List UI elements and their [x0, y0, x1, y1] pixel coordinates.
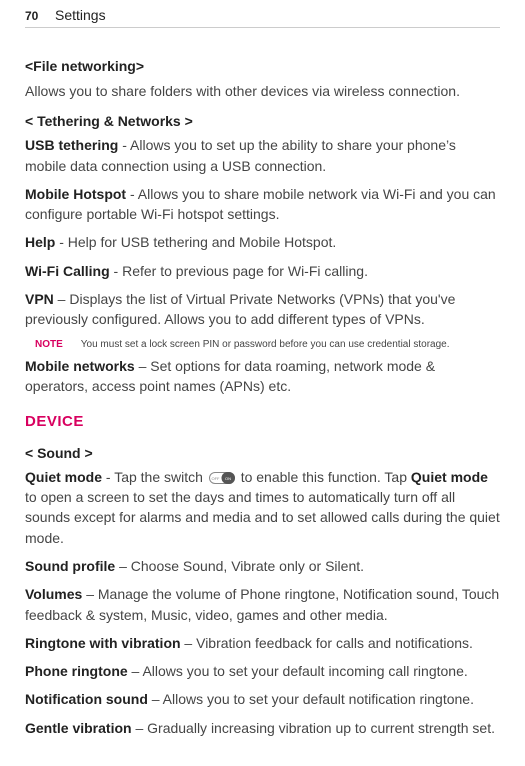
mobile-networks-label: Mobile networks	[25, 358, 135, 374]
page-container: 70 Settings <File networking> Allows you…	[0, 0, 525, 766]
usb-tethering-label: USB tethering	[25, 137, 118, 153]
device-heading: DEVICE	[25, 411, 500, 433]
page-header: 70 Settings	[25, 0, 500, 28]
sound-heading: < Sound >	[25, 443, 500, 463]
vpn-body: – Displays the list of Virtual Private N…	[25, 291, 455, 327]
svg-text:ON: ON	[225, 476, 231, 481]
gentle-vibration-body: – Gradually increasing vibration up to c…	[132, 720, 495, 736]
quiet-mode-label: Quiet mode	[25, 469, 102, 485]
wifi-calling-label: Wi-Fi Calling	[25, 263, 110, 279]
phone-ringtone-label: Phone ringtone	[25, 663, 128, 679]
ringtone-vibration-label: Ringtone with vibration	[25, 635, 181, 651]
phone-ringtone-body: – Allows you to set your default incomin…	[128, 663, 468, 679]
file-networking-body: Allows you to share folders with other d…	[25, 81, 500, 101]
help-paragraph: Help - Help for USB tethering and Mobile…	[25, 232, 500, 252]
quiet-mode-body-mid: to enable this function. Tap	[237, 469, 411, 485]
volumes-paragraph: Volumes – Manage the volume of Phone rin…	[25, 584, 500, 625]
volumes-label: Volumes	[25, 586, 82, 602]
toggle-switch-icon: OFF ON	[209, 472, 235, 484]
vpn-label: VPN	[25, 291, 54, 307]
sound-profile-body: – Choose Sound, Vibrate only or Silent.	[115, 558, 364, 574]
svg-text:OFF: OFF	[211, 476, 220, 481]
notification-sound-paragraph: Notification sound – Allows you to set y…	[25, 689, 500, 709]
vpn-note: NOTE You must set a lock screen PIN or p…	[35, 338, 500, 353]
vpn-paragraph: VPN – Displays the list of Virtual Priva…	[25, 289, 500, 330]
quiet-mode-body-pre: - Tap the switch	[102, 469, 207, 485]
gentle-vibration-paragraph: Gentle vibration – Gradually increasing …	[25, 718, 500, 738]
header-title: Settings	[55, 5, 106, 25]
mobile-hotspot-label: Mobile Hotspot	[25, 186, 126, 202]
page-number: 70	[25, 8, 43, 25]
sound-profile-paragraph: Sound profile – Choose Sound, Vibrate on…	[25, 556, 500, 576]
mobile-networks-paragraph: Mobile networks – Set options for data r…	[25, 356, 500, 397]
mobile-hotspot-paragraph: Mobile Hotspot - Allows you to share mob…	[25, 184, 500, 225]
note-label: NOTE	[35, 338, 63, 353]
ringtone-vibration-paragraph: Ringtone with vibration – Vibration feed…	[25, 633, 500, 653]
help-label: Help	[25, 234, 55, 250]
note-text: You must set a lock screen PIN or passwo…	[81, 338, 450, 353]
quiet-mode-body-post: to open a screen to set the days and tim…	[25, 489, 500, 546]
ringtone-vibration-body: – Vibration feedback for calls and notif…	[181, 635, 473, 651]
notification-sound-body: – Allows you to set your default notific…	[148, 691, 474, 707]
quiet-mode-paragraph: Quiet mode - Tap the switch OFF ON to ena…	[25, 467, 500, 548]
wifi-calling-paragraph: Wi-Fi Calling - Refer to previous page f…	[25, 261, 500, 281]
wifi-calling-body: - Refer to previous page for Wi-Fi calli…	[110, 263, 368, 279]
gentle-vibration-label: Gentle vibration	[25, 720, 132, 736]
sound-profile-label: Sound profile	[25, 558, 115, 574]
tethering-heading: < Tethering & Networks >	[25, 111, 500, 131]
quiet-mode-label-2: Quiet mode	[411, 469, 488, 485]
help-body: - Help for USB tethering and Mobile Hots…	[55, 234, 336, 250]
phone-ringtone-paragraph: Phone ringtone – Allows you to set your …	[25, 661, 500, 681]
notification-sound-label: Notification sound	[25, 691, 148, 707]
file-networking-heading: <File networking>	[25, 56, 500, 76]
volumes-body: – Manage the volume of Phone ringtone, N…	[25, 586, 499, 622]
usb-tethering-paragraph: USB tethering - Allows you to set up the…	[25, 135, 500, 176]
